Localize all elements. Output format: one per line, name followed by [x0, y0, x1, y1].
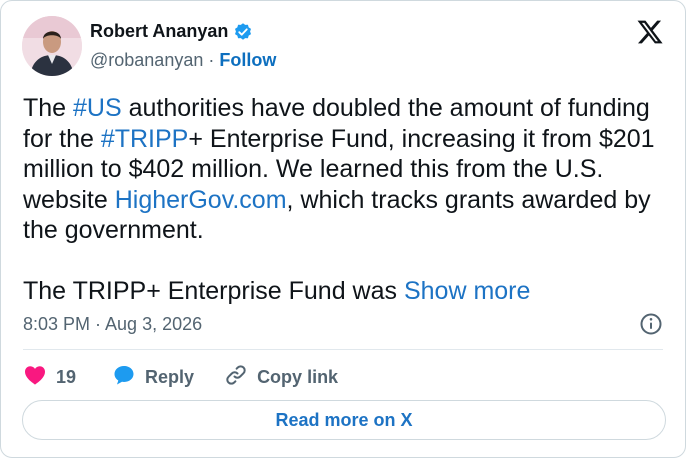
tweet-paragraph-2: The TRIPP+ Enterprise Fund was Show more	[23, 276, 663, 307]
handle-separator: ·	[208, 50, 215, 70]
follow-button[interactable]: Follow	[219, 50, 276, 70]
tweet-text-segment: The TRIPP+ Enterprise Fund was	[23, 276, 404, 305]
avatar[interactable]	[22, 16, 82, 76]
hashtag-us-link[interactable]: #US	[73, 94, 122, 122]
avatar-image	[22, 16, 82, 76]
x-logo-icon[interactable]	[636, 18, 664, 46]
info-icon[interactable]	[639, 312, 663, 336]
author-name-row: Robert Ananyan	[90, 21, 253, 42]
copy-link-button[interactable]: Copy link	[224, 363, 338, 392]
copy-link-label: Copy link	[257, 367, 339, 387]
tweet-text: The #US authorities have doubled the amo…	[23, 93, 663, 306]
hashtag-tripp-link[interactable]: #TRIPP	[101, 125, 189, 153]
like-count: 19	[56, 367, 77, 387]
tweet-embed-card: Robert Ananyan @robananyan · Follow The …	[0, 0, 686, 458]
author-name[interactable]: Robert Ananyan	[90, 21, 228, 42]
heart-icon	[23, 363, 47, 392]
author-handle[interactable]: @robananyan	[90, 50, 203, 70]
highergov-link[interactable]: HigherGov.com	[115, 186, 287, 214]
reply-label: Reply	[145, 367, 195, 387]
show-more-link[interactable]: Show more	[404, 277, 530, 305]
reply-button[interactable]: Reply	[112, 363, 194, 392]
read-more-button[interactable]: Read more on X	[22, 400, 666, 440]
tweet-paragraph-1: The #US authorities have doubled the amo…	[23, 93, 663, 246]
like-button[interactable]: 19	[23, 363, 76, 392]
tweet-text-segment: The	[23, 94, 74, 122]
reply-icon	[112, 363, 136, 392]
author-handle-row: @robananyan · Follow	[90, 50, 276, 71]
verified-badge-icon	[233, 22, 253, 42]
link-icon	[224, 363, 248, 392]
tweet-timestamp[interactable]: 8:03 PM · Aug 3, 2026	[23, 314, 202, 335]
action-bar: 19 Reply Copy link	[23, 363, 338, 392]
divider	[23, 349, 663, 350]
